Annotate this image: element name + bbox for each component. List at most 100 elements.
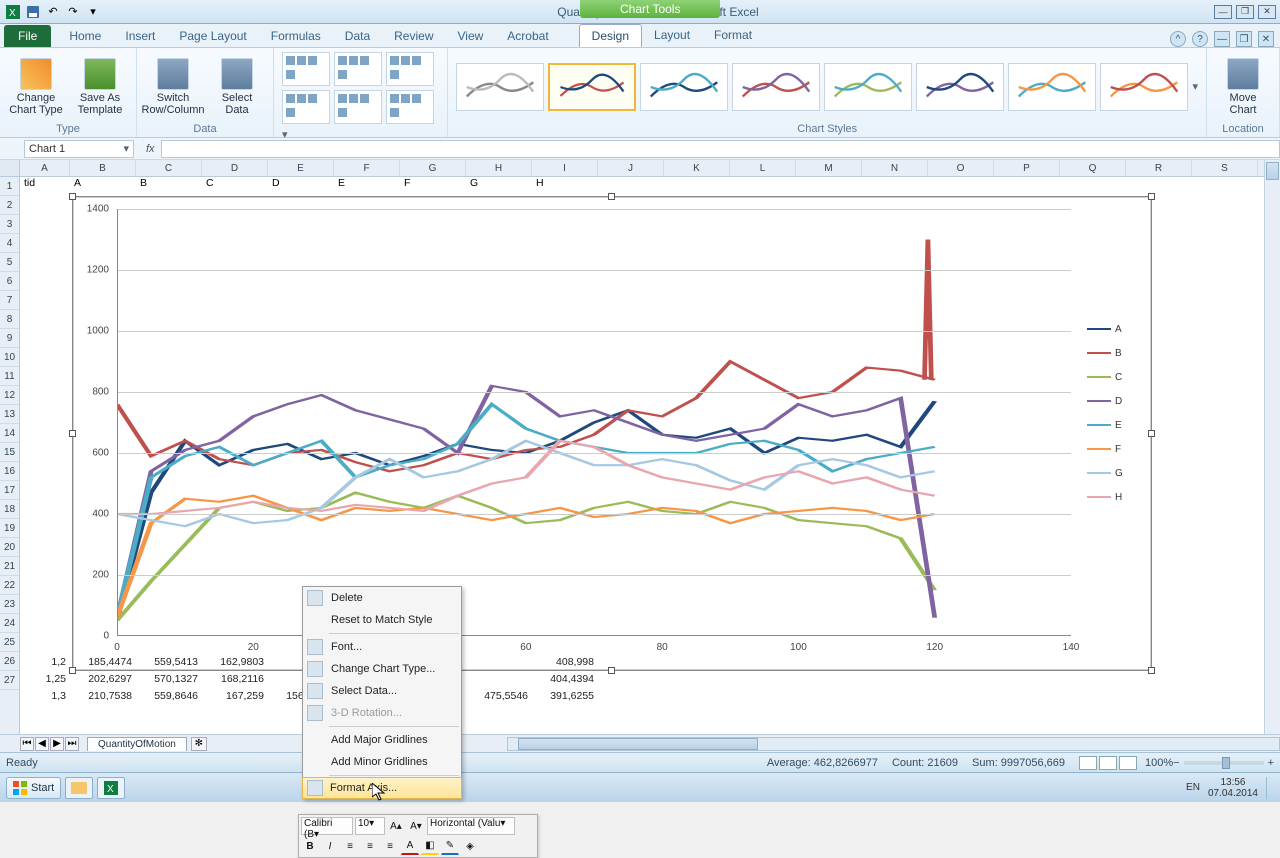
column-header[interactable]: J bbox=[598, 160, 664, 176]
chart-style-7[interactable] bbox=[1008, 63, 1096, 111]
column-header[interactable]: K bbox=[664, 160, 730, 176]
zoom-slider[interactable] bbox=[1184, 761, 1264, 765]
menu-item-add-major-gridlines[interactable]: Add Major Gridlines bbox=[303, 729, 461, 751]
row-header[interactable]: 16 bbox=[0, 462, 19, 481]
language-indicator[interactable]: EN bbox=[1186, 782, 1200, 793]
row-header[interactable]: 8 bbox=[0, 310, 19, 329]
cell[interactable]: C bbox=[202, 177, 268, 196]
chart-style-4[interactable] bbox=[732, 63, 820, 111]
formula-input[interactable] bbox=[161, 140, 1280, 158]
column-header[interactable]: F bbox=[334, 160, 400, 176]
chart-style-3[interactable] bbox=[640, 63, 728, 111]
tab-data[interactable]: Data bbox=[333, 25, 382, 47]
menu-item-reset-to-match-style[interactable]: Reset to Match Style bbox=[303, 609, 461, 631]
chart-layout-5[interactable] bbox=[334, 90, 382, 124]
sheet-nav-last-icon[interactable]: ⏭ bbox=[65, 737, 79, 751]
start-button[interactable]: Start bbox=[6, 777, 61, 799]
chart-styles-more-icon[interactable]: ▾ bbox=[1192, 80, 1198, 93]
column-header[interactable]: A bbox=[20, 160, 70, 176]
scroll-thumb[interactable] bbox=[518, 738, 758, 750]
select-all-corner[interactable] bbox=[0, 160, 20, 177]
resize-handle[interactable] bbox=[608, 193, 615, 200]
y-axis[interactable]: 0200400600800100012001400 bbox=[73, 209, 113, 636]
cell[interactable]: 162,9803 bbox=[202, 656, 268, 673]
cell[interactable]: 559,5413 bbox=[136, 656, 202, 673]
sheet-tab[interactable]: QuantityOfMotion bbox=[87, 737, 187, 751]
column-header[interactable]: L bbox=[730, 160, 796, 176]
cell[interactable]: 202,6297 bbox=[70, 673, 136, 690]
workbook-minimize-icon[interactable]: — bbox=[1214, 31, 1230, 47]
move-chart-button[interactable]: Move Chart bbox=[1215, 58, 1271, 116]
row-header[interactable]: 21 bbox=[0, 557, 19, 576]
plot-area[interactable] bbox=[117, 209, 1071, 636]
font-color-icon[interactable]: A bbox=[401, 837, 419, 855]
chart-layout-1[interactable] bbox=[282, 52, 330, 86]
chevron-down-icon[interactable]: ▾ bbox=[123, 142, 129, 155]
row-header[interactable]: 1 bbox=[0, 177, 19, 196]
fx-icon[interactable]: fx bbox=[140, 143, 161, 155]
cell[interactable] bbox=[466, 673, 532, 690]
menu-item-change-chart-type[interactable]: Change Chart Type... bbox=[303, 658, 461, 680]
legend-entry[interactable]: E bbox=[1087, 413, 1147, 437]
column-header[interactable]: M bbox=[796, 160, 862, 176]
row-header[interactable]: 4 bbox=[0, 234, 19, 253]
legend-entry[interactable]: H bbox=[1087, 485, 1147, 509]
cell[interactable]: 408,998 bbox=[532, 656, 598, 673]
row-header[interactable]: 15 bbox=[0, 443, 19, 462]
select-data-button[interactable]: Select Data bbox=[209, 58, 265, 116]
chart-style-6[interactable] bbox=[916, 63, 1004, 111]
legend-entry[interactable]: D bbox=[1087, 389, 1147, 413]
show-desktop-button[interactable] bbox=[1266, 777, 1274, 799]
chart-element-select[interactable]: Horizontal (Valu▾ bbox=[427, 817, 515, 835]
cell[interactable] bbox=[466, 656, 532, 673]
column-header[interactable]: Q bbox=[1060, 160, 1126, 176]
cell[interactable]: D bbox=[268, 177, 334, 196]
cell[interactable]: A bbox=[70, 177, 136, 196]
chart-layout-4[interactable] bbox=[282, 90, 330, 124]
taskbar-explorer-icon[interactable] bbox=[65, 777, 93, 799]
font-size-select[interactable]: 10▾ bbox=[355, 817, 385, 835]
menu-item-delete[interactable]: Delete bbox=[303, 587, 461, 609]
cell[interactable]: 570,1327 bbox=[136, 673, 202, 690]
fill-color-icon[interactable]: ◧ bbox=[421, 837, 439, 855]
column-header[interactable]: G bbox=[400, 160, 466, 176]
grow-font-icon[interactable]: A▴ bbox=[387, 817, 405, 835]
menu-item-add-minor-gridlines[interactable]: Add Minor Gridlines bbox=[303, 751, 461, 773]
column-header[interactable]: O bbox=[928, 160, 994, 176]
row-header[interactable]: 14 bbox=[0, 424, 19, 443]
row-header[interactable]: 24 bbox=[0, 614, 19, 633]
ribbon-minimize-icon[interactable]: ^ bbox=[1170, 31, 1186, 47]
file-tab[interactable]: File bbox=[4, 25, 51, 47]
horizontal-scrollbar[interactable] bbox=[507, 737, 1280, 751]
row-header[interactable]: 25 bbox=[0, 633, 19, 652]
legend-entry[interactable]: C bbox=[1087, 365, 1147, 389]
cell[interactable]: E bbox=[334, 177, 400, 196]
row-header[interactable]: 26 bbox=[0, 652, 19, 671]
column-header[interactable]: B bbox=[70, 160, 136, 176]
row-header[interactable]: 19 bbox=[0, 519, 19, 538]
chart-layout-6[interactable] bbox=[386, 90, 434, 124]
excel-icon[interactable]: X bbox=[4, 3, 22, 21]
align-right-icon[interactable]: ≡ bbox=[381, 837, 399, 855]
zoom-out-icon[interactable]: − bbox=[1173, 757, 1179, 769]
save-as-template-button[interactable]: Save As Template bbox=[72, 58, 128, 116]
tab-view[interactable]: View bbox=[446, 25, 496, 47]
chart-style-1[interactable] bbox=[456, 63, 544, 111]
row-header[interactable]: 22 bbox=[0, 576, 19, 595]
chart-layout-2[interactable] bbox=[334, 52, 382, 86]
legend-entry[interactable]: F bbox=[1087, 437, 1147, 461]
row-header[interactable]: 7 bbox=[0, 291, 19, 310]
cell[interactable]: 210,7538 bbox=[70, 690, 136, 707]
save-icon[interactable] bbox=[24, 3, 42, 21]
qat-customize-icon[interactable]: ▾ bbox=[84, 3, 102, 21]
restore-icon[interactable]: ❐ bbox=[1236, 5, 1254, 19]
column-header[interactable]: H bbox=[466, 160, 532, 176]
close-icon[interactable]: ✕ bbox=[1258, 5, 1276, 19]
outline-color-icon[interactable]: ✎ bbox=[441, 837, 459, 855]
cell[interactable]: 1,2 bbox=[20, 656, 70, 673]
cell[interactable]: 168,2116 bbox=[202, 673, 268, 690]
column-header[interactable]: D bbox=[202, 160, 268, 176]
legend-entry[interactable]: G bbox=[1087, 461, 1147, 485]
resize-handle[interactable] bbox=[1148, 430, 1155, 437]
row-header[interactable]: 17 bbox=[0, 481, 19, 500]
